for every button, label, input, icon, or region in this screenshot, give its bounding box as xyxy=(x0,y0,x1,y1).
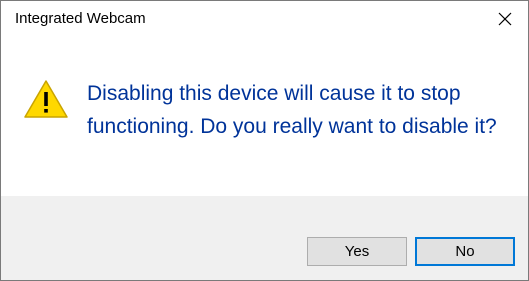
close-button[interactable] xyxy=(482,1,528,37)
yes-button[interactable]: Yes xyxy=(307,237,407,266)
close-icon xyxy=(498,12,512,26)
warning-icon xyxy=(24,80,68,118)
no-button[interactable]: No xyxy=(415,237,515,266)
title-bar: Integrated Webcam xyxy=(1,1,528,37)
window-title: Integrated Webcam xyxy=(15,10,146,27)
device-disable-dialog: Integrated Webcam Disabling this device … xyxy=(0,0,529,281)
dialog-message: Disabling this device will cause it to s… xyxy=(87,82,497,138)
dialog-content: Disabling this device will cause it to s… xyxy=(1,37,528,196)
button-bar: Yes No xyxy=(1,196,528,280)
